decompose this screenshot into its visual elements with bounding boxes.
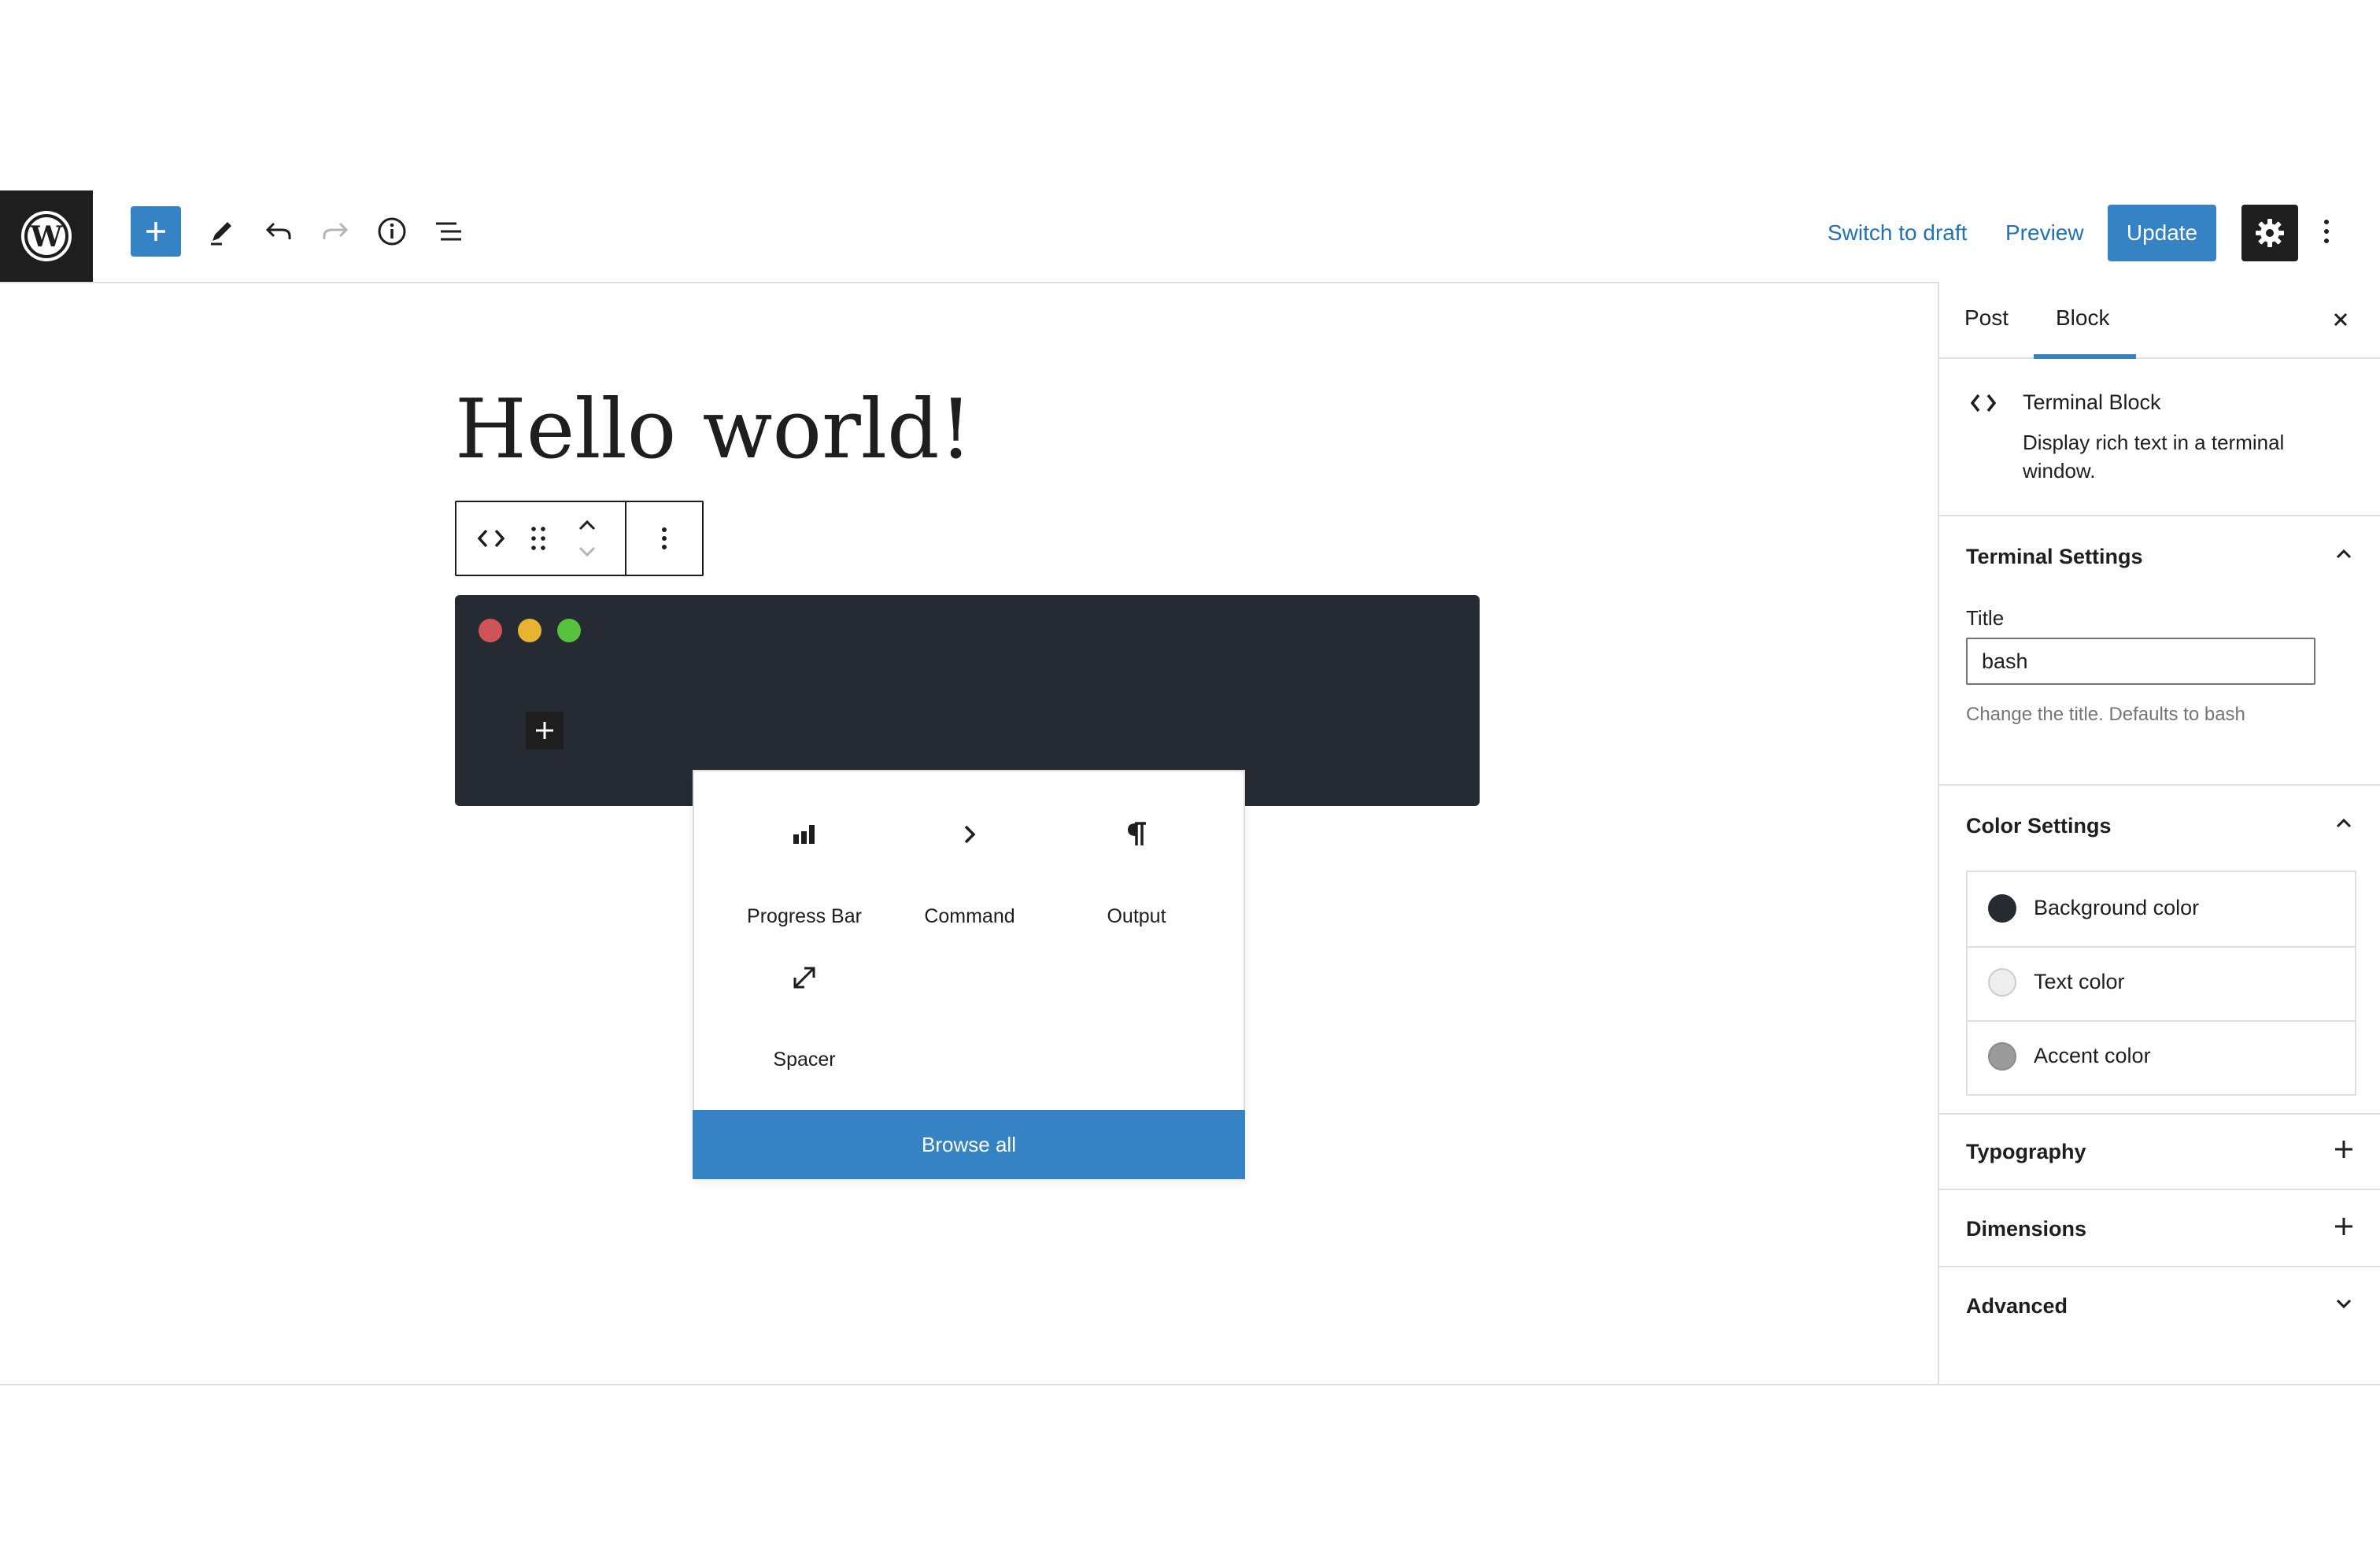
panel-toggle-button[interactable] <box>2328 538 2360 570</box>
block-inserter-popover: Progress Bar Command Output Spacer Brows… <box>693 770 1245 1179</box>
code-brackets-icon <box>477 529 505 548</box>
chevron-up-icon <box>578 520 596 531</box>
inserter-item-label: Output <box>1107 905 1166 927</box>
undo-button[interactable] <box>260 213 298 250</box>
details-button[interactable] <box>373 213 411 250</box>
inserter-item-output[interactable]: Output <box>1050 786 1223 927</box>
chevron-right-icon <box>954 819 985 850</box>
terminal-maximize-dot <box>557 619 581 642</box>
plus-icon <box>2335 1218 2352 1235</box>
browse-all-button[interactable]: Browse all <box>693 1110 1245 1179</box>
vertical-ellipsis-icon <box>2324 220 2329 243</box>
pilcrow-icon <box>1121 819 1152 850</box>
panel-title: Advanced <box>1966 1294 2068 1318</box>
block-options-button[interactable] <box>655 521 674 556</box>
color-settings-list: Background color Text color Accent color <box>1966 871 2356 1096</box>
editor-bottom-border <box>0 1384 2380 1385</box>
chevron-up-icon <box>2336 549 2352 559</box>
sidebar-tabs: Post Block <box>1939 282 2380 359</box>
title-field[interactable] <box>1966 638 2315 685</box>
tools-button[interactable] <box>203 213 241 250</box>
inserter-item-label: Progress Bar <box>747 905 862 927</box>
chevron-down-icon <box>2336 1299 2352 1309</box>
chevron-up-icon <box>2336 818 2352 828</box>
list-view-icon <box>436 222 461 241</box>
plus-icon <box>146 222 165 241</box>
list-view-button[interactable] <box>430 213 468 250</box>
tab-block[interactable]: Block <box>2056 305 2109 331</box>
resize-arrows-icon <box>789 962 820 993</box>
drag-handle[interactable] <box>526 521 551 556</box>
bar-chart-icon <box>789 819 820 850</box>
toolbar-divider <box>625 502 626 575</box>
post-title[interactable]: Hello world! <box>455 381 972 477</box>
color-swatch <box>1988 968 2016 997</box>
plus-icon <box>2335 1141 2352 1158</box>
settings-button[interactable] <box>2241 205 2298 261</box>
wordpress-logo-button[interactable]: W <box>0 190 93 282</box>
block-name: Terminal Block <box>2023 390 2161 414</box>
typography-panel[interactable]: Typography <box>1939 1113 2380 1190</box>
redo-button[interactable] <box>316 213 354 250</box>
inserter-item-command[interactable]: Command <box>883 786 1056 927</box>
panel-toggle-button[interactable] <box>2328 1134 2360 1165</box>
color-item-label: Text color <box>2034 970 2125 993</box>
color-item-label: Background color <box>2034 896 2200 919</box>
switch-to-draft-button[interactable]: Switch to draft <box>1828 220 1967 246</box>
inserter-item-label: Command <box>924 905 1015 927</box>
panel-title: Terminal Settings <box>1966 545 2143 568</box>
move-up-button[interactable] <box>573 513 601 537</box>
block-toolbar <box>455 501 704 576</box>
dimensions-panel[interactable]: Dimensions <box>1939 1189 2380 1267</box>
inserter-item-label: Spacer <box>773 1049 836 1071</box>
plus-icon <box>536 722 553 739</box>
block-description: Display rich text in a terminal window. <box>2023 431 2285 483</box>
block-type-button[interactable] <box>474 521 508 556</box>
drag-handle-icon <box>531 527 545 550</box>
title-field-label: Title <box>1966 606 2005 630</box>
panel-toggle-button[interactable] <box>2328 1288 2360 1319</box>
color-item-label: Accent color <box>2034 1044 2151 1067</box>
svg-text:W: W <box>30 220 63 253</box>
settings-sidebar: Post Block Terminal Block Display rich t… <box>1938 282 2380 1384</box>
code-brackets-icon <box>1968 387 1999 419</box>
inserter-item-progress-bar[interactable]: Progress Bar <box>718 786 891 927</box>
panel-title: Dimensions <box>1966 1217 2087 1241</box>
panel-title: Typography <box>1966 1140 2086 1163</box>
move-down-button[interactable] <box>573 540 601 564</box>
color-swatch <box>1988 894 2016 923</box>
redo-icon <box>323 222 349 239</box>
panel-toggle-button[interactable] <box>2328 808 2360 839</box>
wordpress-icon: W <box>21 211 72 261</box>
gear-icon <box>2256 219 2284 247</box>
undo-icon <box>265 222 291 239</box>
color-item-accent[interactable]: Accent color <box>1968 1020 2355 1094</box>
color-settings-panel: Color Settings Background color Text col… <box>1939 784 2380 1115</box>
more-options-button[interactable] <box>2309 213 2344 250</box>
terminal-close-dot <box>479 619 502 642</box>
pencil-icon <box>211 222 231 246</box>
advanced-panel[interactable]: Advanced <box>1939 1266 2380 1343</box>
update-button[interactable]: Update <box>2108 205 2216 261</box>
panel-toggle-button[interactable] <box>2328 1211 2360 1242</box>
inserter-item-spacer[interactable]: Spacer <box>718 929 891 1071</box>
tab-post[interactable]: Post <box>1964 305 2009 331</box>
inline-add-block-button[interactable] <box>526 712 564 749</box>
info-icon <box>378 217 406 246</box>
preview-button[interactable]: Preview <box>2005 220 2084 246</box>
title-field-help: Change the title. Defaults to bash <box>1966 704 2245 725</box>
close-sidebar-button[interactable] <box>2325 304 2356 335</box>
terminal-minimize-dot <box>518 619 541 642</box>
color-item-background[interactable]: Background color <box>1968 872 2355 948</box>
close-icon <box>2334 313 2348 327</box>
color-swatch <box>1988 1042 2016 1071</box>
terminal-settings-panel: Terminal Settings Title Change the title… <box>1939 515 2380 786</box>
chevron-down-icon <box>578 546 596 557</box>
block-card: Terminal Block Display rich text in a te… <box>1939 357 2380 516</box>
color-item-text[interactable]: Text color <box>1968 946 2355 1022</box>
add-block-button[interactable] <box>131 206 181 257</box>
editor-header: W Switch to draft Preview Update <box>0 190 2380 283</box>
panel-title: Color Settings <box>1966 814 2112 838</box>
vertical-ellipsis-icon <box>662 527 667 549</box>
